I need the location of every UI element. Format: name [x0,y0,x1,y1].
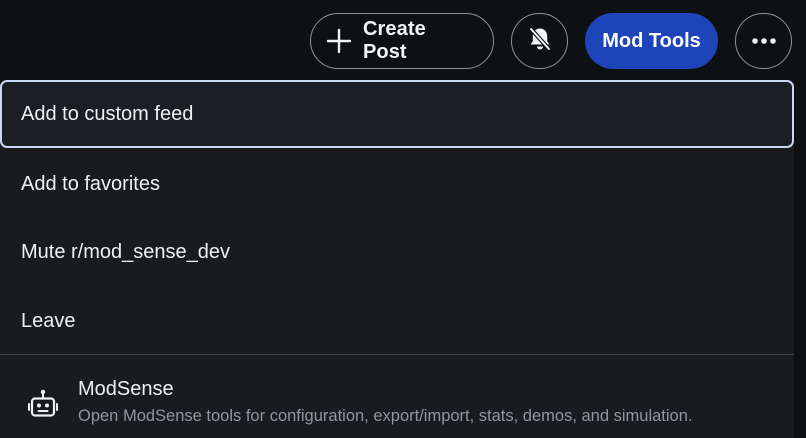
menu-item-label: Leave [21,309,76,332]
create-post-label: Create Post [362,18,426,63]
menu-item-label: Add to custom feed [21,102,194,125]
menu-item-label: Mute r/mod_sense_dev [21,240,231,263]
menu-item-modsense-app[interactable]: ModSense Open ModSense tools for configu… [0,356,794,438]
menu-item-label: Add to favorites [21,172,160,195]
modsense-description: Open ModSense tools for configuration, e… [78,407,693,425]
header-bar: Create Post Mod Tools [0,0,806,82]
menu-item-add-to-favorites[interactable]: Add to favorites [0,150,794,218]
bell-off-icon [526,25,554,58]
modsense-title: ModSense [78,378,174,400]
create-post-button[interactable]: Create Post [310,13,494,69]
menu-item-leave[interactable]: Leave [0,287,794,355]
notifications-button[interactable] [511,13,568,69]
community-options-menu: Add to custom feed Add to favorites Mute… [0,80,794,438]
more-options-button[interactable] [735,13,792,69]
menu-item-add-to-custom-feed[interactable]: Add to custom feed [0,80,794,148]
menu-divider [0,354,794,355]
mod-tools-label: Mod Tools [602,29,701,52]
plus-icon [325,27,353,55]
robot-icon [28,389,58,423]
more-horizontal-icon [751,32,777,50]
mod-tools-button[interactable]: Mod Tools [585,13,718,69]
menu-item-mute-community[interactable]: Mute r/mod_sense_dev [0,218,794,286]
